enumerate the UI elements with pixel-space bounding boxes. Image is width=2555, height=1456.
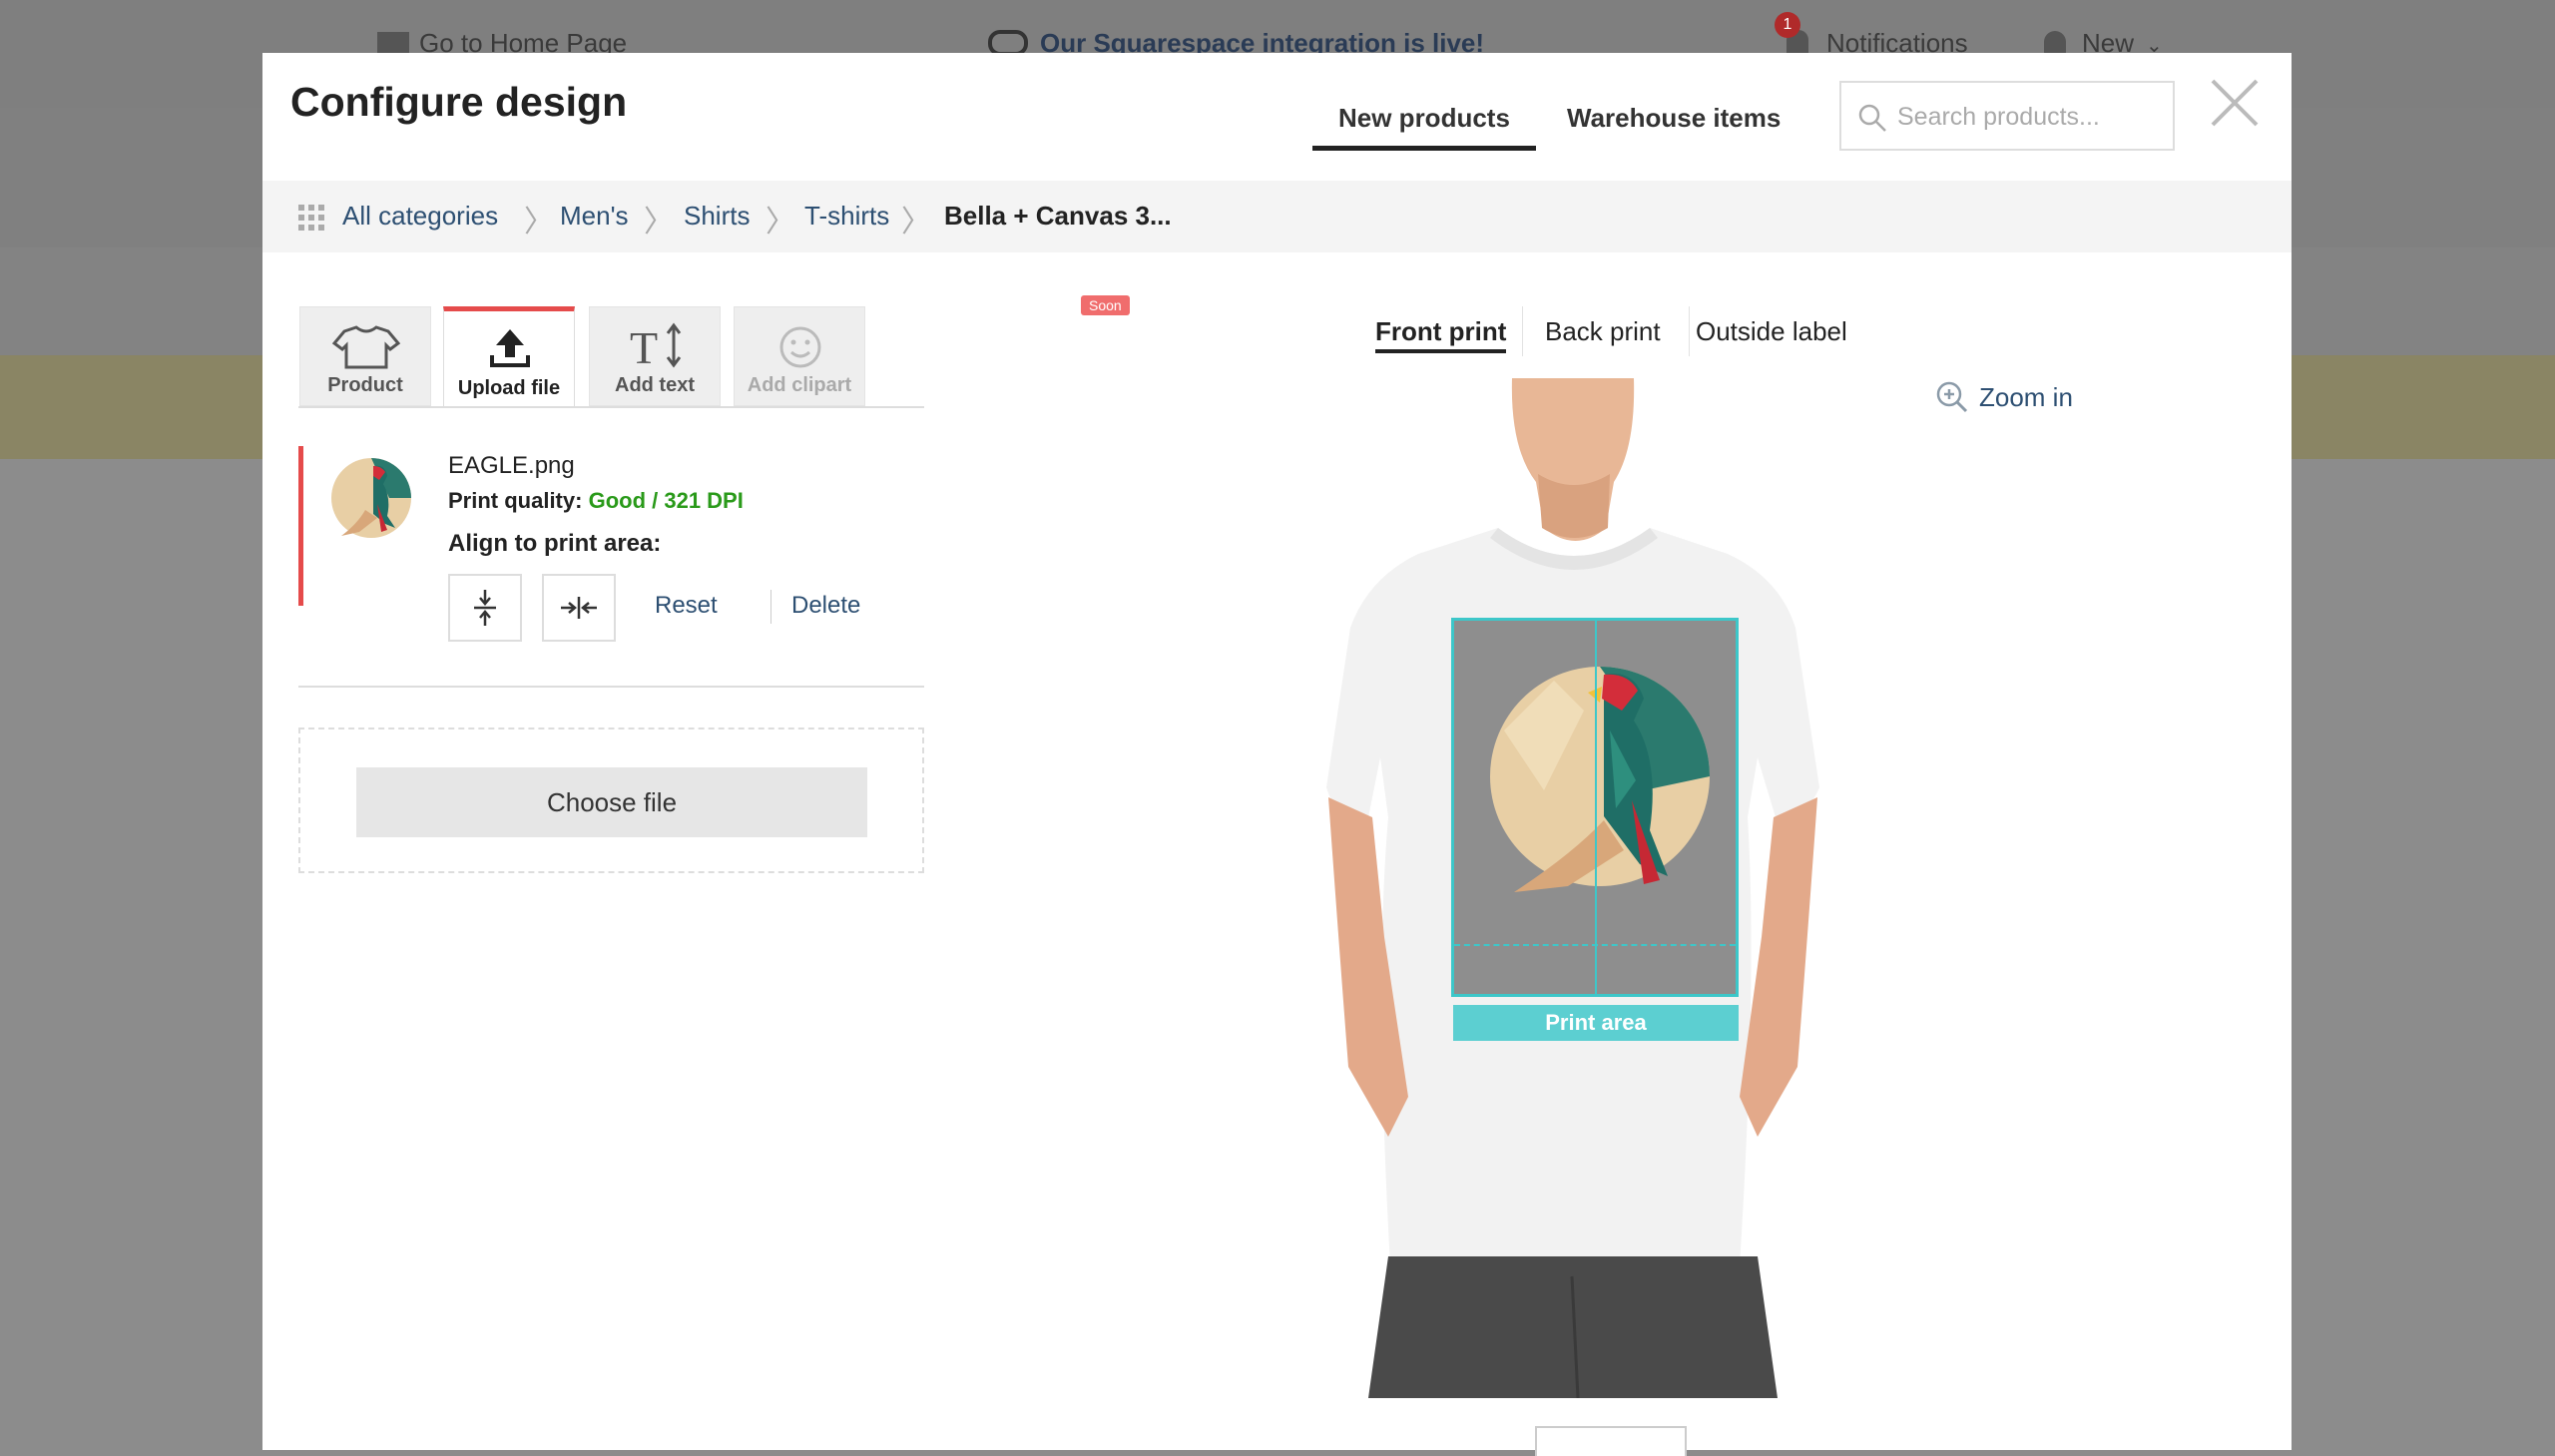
tab-new-products[interactable]: New products <box>1312 103 1536 151</box>
grid-icon <box>298 205 324 231</box>
reset-link[interactable]: Reset <box>655 592 718 620</box>
search-input[interactable]: Search products... <box>1839 81 2175 151</box>
print-quality: Print quality: Good / 321 DPI <box>448 488 744 514</box>
grid-icon <box>377 32 409 54</box>
tool-label: Upload file <box>457 377 561 399</box>
file-name: EAGLE.png <box>448 452 575 479</box>
link-separator <box>770 590 771 624</box>
file-dropzone[interactable]: Choose file <box>298 728 924 873</box>
breadcrumb-separator-icon: 〉 <box>524 206 554 239</box>
tool-add-clipart[interactable]: Add clipart <box>734 306 865 406</box>
breadcrumb-current-product: Bella + Canvas 3... <box>944 201 1172 231</box>
notification-badge: 1 <box>1775 12 1800 38</box>
soon-badge: Soon <box>1081 295 1130 315</box>
tool-add-text[interactable]: T Add text <box>589 306 721 406</box>
eagle-design-image[interactable] <box>1484 641 1716 912</box>
user-icon <box>2044 31 2066 55</box>
align-horizontal-center-button[interactable] <box>542 574 616 642</box>
tab-warehouse-items[interactable]: Warehouse items <box>1567 103 1781 134</box>
variant-thumbnail[interactable] <box>1535 1426 1687 1456</box>
print-area-label: Print area <box>1453 1005 1739 1041</box>
tab-label: New products <box>1338 103 1510 133</box>
text-icon: T <box>630 322 682 371</box>
uploaded-file-card: EAGLE.png Print quality: Good / 321 DPI … <box>298 446 929 642</box>
align-horizontal-center-icon <box>561 597 597 619</box>
print-area-safe-guide <box>1454 944 1736 946</box>
align-label: Align to print area: <box>448 530 662 557</box>
delete-link[interactable]: Delete <box>791 592 860 620</box>
breadcrumb-separator-icon: 〉 <box>766 206 795 239</box>
breadcrumb-separator-icon: 〉 <box>644 206 674 239</box>
breadcrumb-separator-icon: 〉 <box>901 206 931 239</box>
align-vertical-center-icon <box>474 590 496 626</box>
section-divider <box>298 686 924 688</box>
zoom-in-icon <box>1936 381 1968 413</box>
zoom-label: Zoom in <box>1979 382 2073 412</box>
tool-label: Add clipart <box>747 374 852 396</box>
print-area-center-guide <box>1595 621 1597 994</box>
upload-icon <box>490 329 530 367</box>
search-icon <box>1858 104 1886 132</box>
choose-file-button[interactable]: Choose file <box>356 767 867 837</box>
svg-text:T: T <box>630 322 658 371</box>
align-vertical-center-button[interactable] <box>448 574 522 642</box>
breadcrumb-mens[interactable]: Men's <box>560 201 629 232</box>
breadcrumb-all-categories[interactable]: All categories <box>342 201 498 232</box>
print-quality-value: Good / 321 DPI <box>588 488 744 513</box>
tool-product[interactable]: Product <box>299 306 431 406</box>
tab-outside-label[interactable]: Outside label <box>1696 316 1847 347</box>
breadcrumb: All categories 〉 Men's 〉 Shirts 〉 T-shir… <box>262 181 2292 252</box>
smiley-icon <box>779 326 821 368</box>
print-quality-label: Print quality: <box>448 488 583 513</box>
tab-separator <box>1522 306 1523 356</box>
search-placeholder: Search products... <box>1897 103 2100 131</box>
breadcrumb-tshirts[interactable]: T-shirts <box>804 201 889 232</box>
tshirt-icon <box>331 325 401 369</box>
eagle-thumbnail[interactable] <box>329 454 415 554</box>
tool-label: Product <box>327 374 403 396</box>
close-icon[interactable] <box>2209 77 2261 129</box>
tool-tabs-divider <box>298 406 924 408</box>
tool-upload-file[interactable]: Upload file <box>443 306 575 408</box>
tool-label: Add text <box>615 374 695 396</box>
breadcrumb-shirts[interactable]: Shirts <box>684 201 750 232</box>
tab-label: Warehouse items <box>1567 103 1782 133</box>
print-area[interactable] <box>1451 618 1739 997</box>
modal-title: Configure design <box>290 79 628 125</box>
tab-separator <box>1689 306 1690 356</box>
zoom-in-button[interactable]: Zoom in <box>1936 381 2073 413</box>
configure-design-modal: Configure design New products Warehouse … <box>262 53 2292 1456</box>
tab-front-print[interactable]: Front print <box>1375 316 1507 353</box>
tab-back-print[interactable]: Back print <box>1545 316 1661 347</box>
